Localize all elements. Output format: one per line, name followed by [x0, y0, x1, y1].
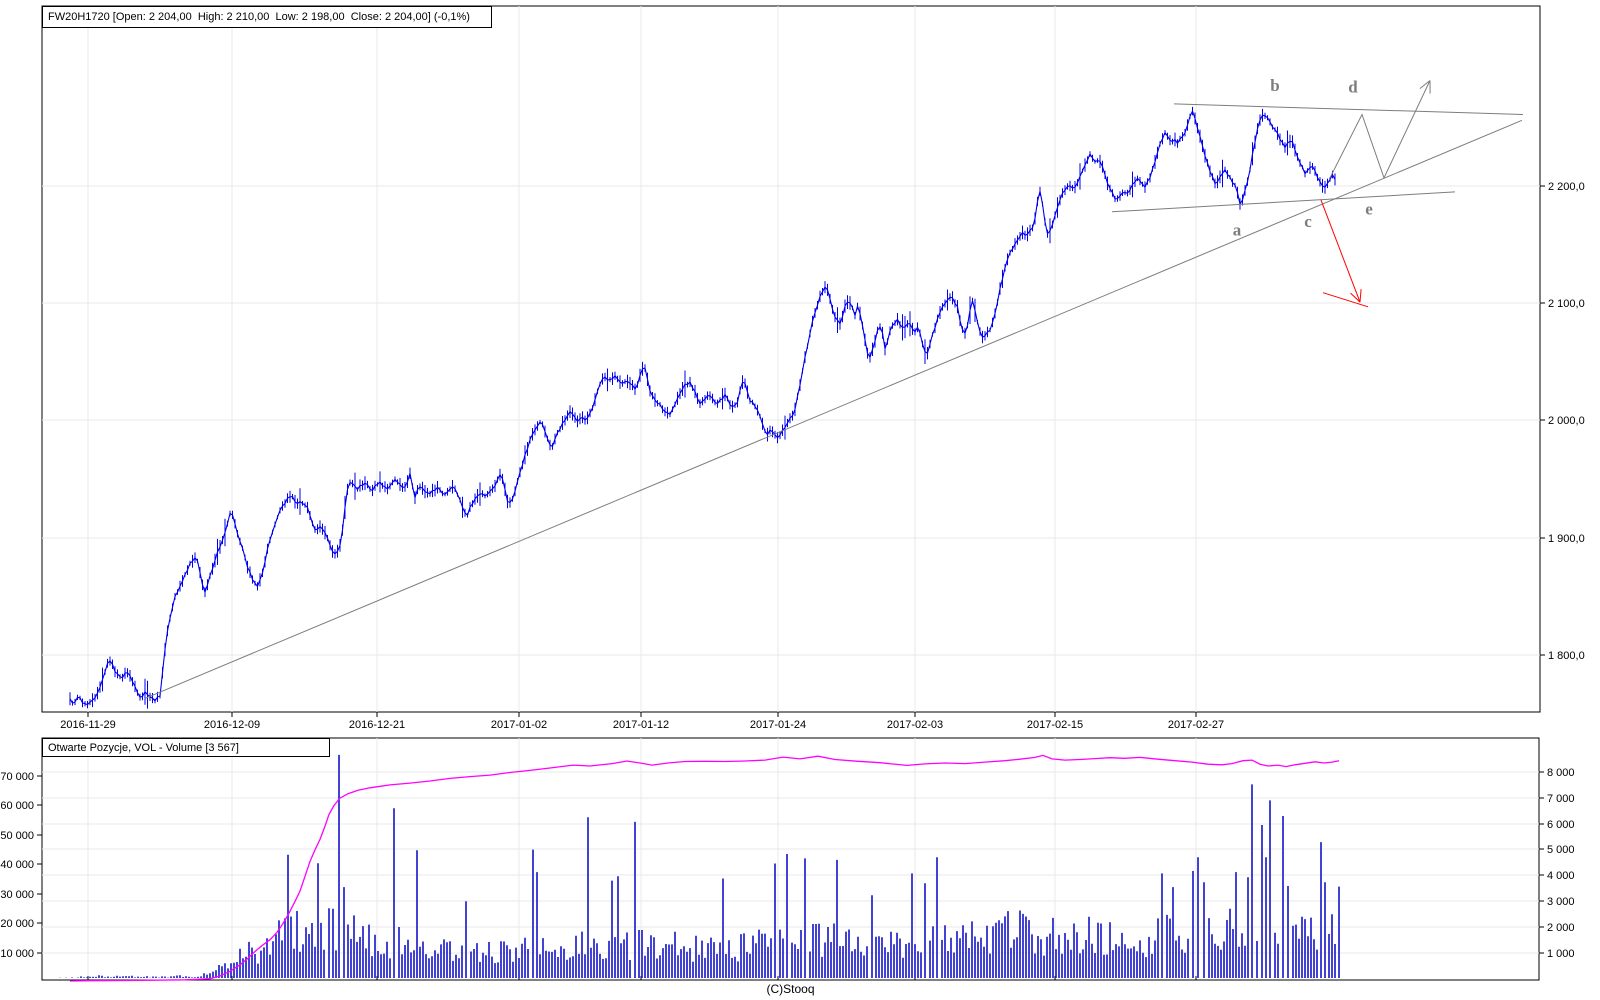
wave-label-b: b: [1270, 76, 1279, 95]
price-y-axis-label: 1 800,0: [1548, 650, 1585, 662]
volume-right-axis-label: 5 000: [1547, 844, 1575, 856]
volume-left-axis-label: 10 000: [0, 948, 34, 960]
price-y-axis-label: 2 100,0: [1548, 298, 1585, 310]
volume-left-axis-label: 40 000: [0, 859, 34, 871]
volume-panel-title: Otwarte Pozycje, VOL - Volume [3 567]: [48, 741, 239, 754]
wave-label-e: e: [1365, 199, 1373, 218]
chart-canvas: 2 200,0 2 100,0 2 000,0 1 900,0 1 800,0 2016-…: [0, 5, 1585, 982]
price-chart-title: FW20H1720 [Open: 2 204,00 High: 2 210,00…: [48, 11, 470, 23]
volume-left-axis-label: 60 000: [0, 800, 34, 812]
volume-right-axis-label: 4 000: [1547, 870, 1575, 882]
volume-right-axis-label: 1 000: [1547, 948, 1575, 960]
price-x-axis-label: 2017-01-24: [750, 719, 806, 731]
price-x-axis-label: 2017-02-03: [887, 719, 943, 731]
volume-panel-title-box: Otwarte Pozycje, VOL - Volume [3 567]: [42, 738, 330, 757]
price-x-axis-label: 2016-12-21: [349, 719, 405, 731]
volume-right-axis-label: 7 000: [1547, 793, 1575, 805]
volume-right-axis-label: 3 000: [1547, 896, 1575, 908]
price-x-axis-label: 2017-01-02: [491, 719, 547, 731]
price-y-axis-label: 1 900,0: [1548, 533, 1585, 545]
volume-left-axis-label: 50 000: [0, 830, 34, 842]
price-x-axis-label: 2016-12-09: [204, 719, 260, 731]
wave-label-d: d: [1348, 77, 1358, 96]
price-y-axis-label: 2 200,0: [1548, 181, 1585, 193]
stooq-chart-page: 2 200,0 2 100,0 2 000,0 1 900,0 1 800,0 2016-…: [0, 0, 1600, 1000]
price-x-axis-label: 2017-01-12: [613, 719, 669, 731]
volume-right-axis-label: 2 000: [1547, 922, 1575, 934]
volume-left-axis-label: 70 000: [0, 771, 34, 783]
copyright-credit: (C)Stooq: [766, 982, 815, 996]
price-plot-frame: [41, 5, 1541, 713]
volume-left-axis-label: 30 000: [0, 889, 34, 901]
price-y-axis-label: 2 000,0: [1548, 415, 1585, 427]
price-x-axis-label: 2017-02-15: [1027, 719, 1083, 731]
volume-right-axis-label: 8 000: [1547, 767, 1575, 779]
wave-label-c: c: [1304, 212, 1312, 231]
volume-right-axis-label: 6 000: [1547, 819, 1575, 831]
volume-left-axis-label: 20 000: [0, 918, 34, 930]
wave-label-a: a: [1233, 220, 1242, 239]
price-x-axis-label: 2016-11-29: [60, 719, 115, 731]
price-x-axis-label: 2017-02-27: [1168, 719, 1224, 731]
price-chart-title-box: FW20H1720 [Open: 2 204,00 High: 2 210,00…: [42, 6, 492, 28]
